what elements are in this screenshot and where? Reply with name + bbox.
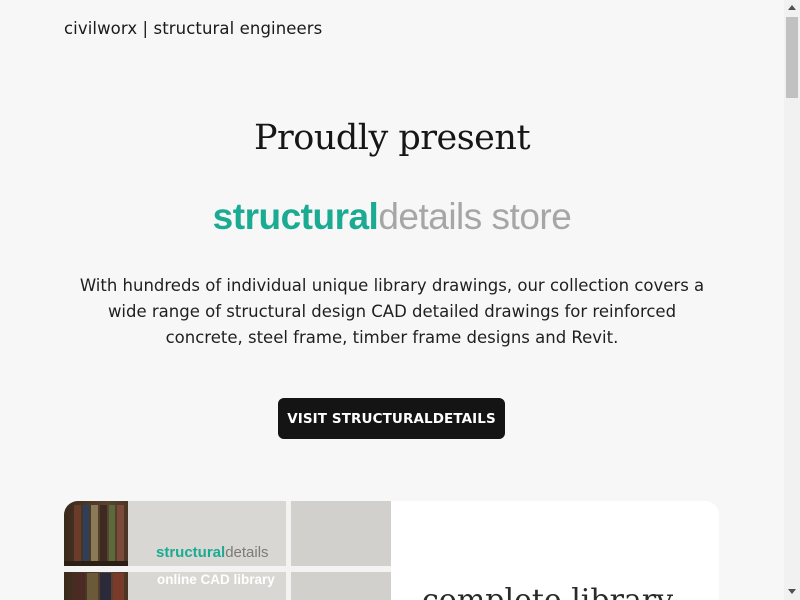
logo-text-details-store: details store: [378, 196, 572, 237]
structuraldetails-logo: structuraldetails store: [0, 196, 784, 238]
scrollbar-thumb[interactable]: [786, 17, 798, 98]
logo-text-structural: structural: [212, 196, 379, 237]
chevron-up-icon[interactable]: [784, 0, 800, 16]
hero-description: With hundreds of individual unique libra…: [79, 276, 705, 347]
bookshelf: [64, 501, 128, 600]
photo-sign-subtitle: online CAD library: [157, 572, 275, 587]
office-photo: structuraldetails online CAD library: [64, 501, 391, 600]
photo-logo-structural: structural: [156, 544, 226, 561]
photo-logo-details: details: [225, 544, 269, 561]
visit-structuraldetails-button[interactable]: VISIT STRUCTURALDETAILS: [278, 398, 505, 439]
photo-sign-logo: structuraldetails: [156, 544, 269, 561]
site-title[interactable]: civilworx | structural engineers: [64, 19, 322, 38]
feature-title: complete library: [422, 583, 673, 600]
page: civilworx | structural engineers Proudly…: [0, 0, 784, 600]
vertical-scrollbar[interactable]: [784, 0, 800, 600]
hero-heading: Proudly present: [253, 118, 531, 158]
feature-card: structuraldetails online CAD library com…: [64, 501, 719, 600]
chevron-down-icon[interactable]: [784, 584, 800, 600]
